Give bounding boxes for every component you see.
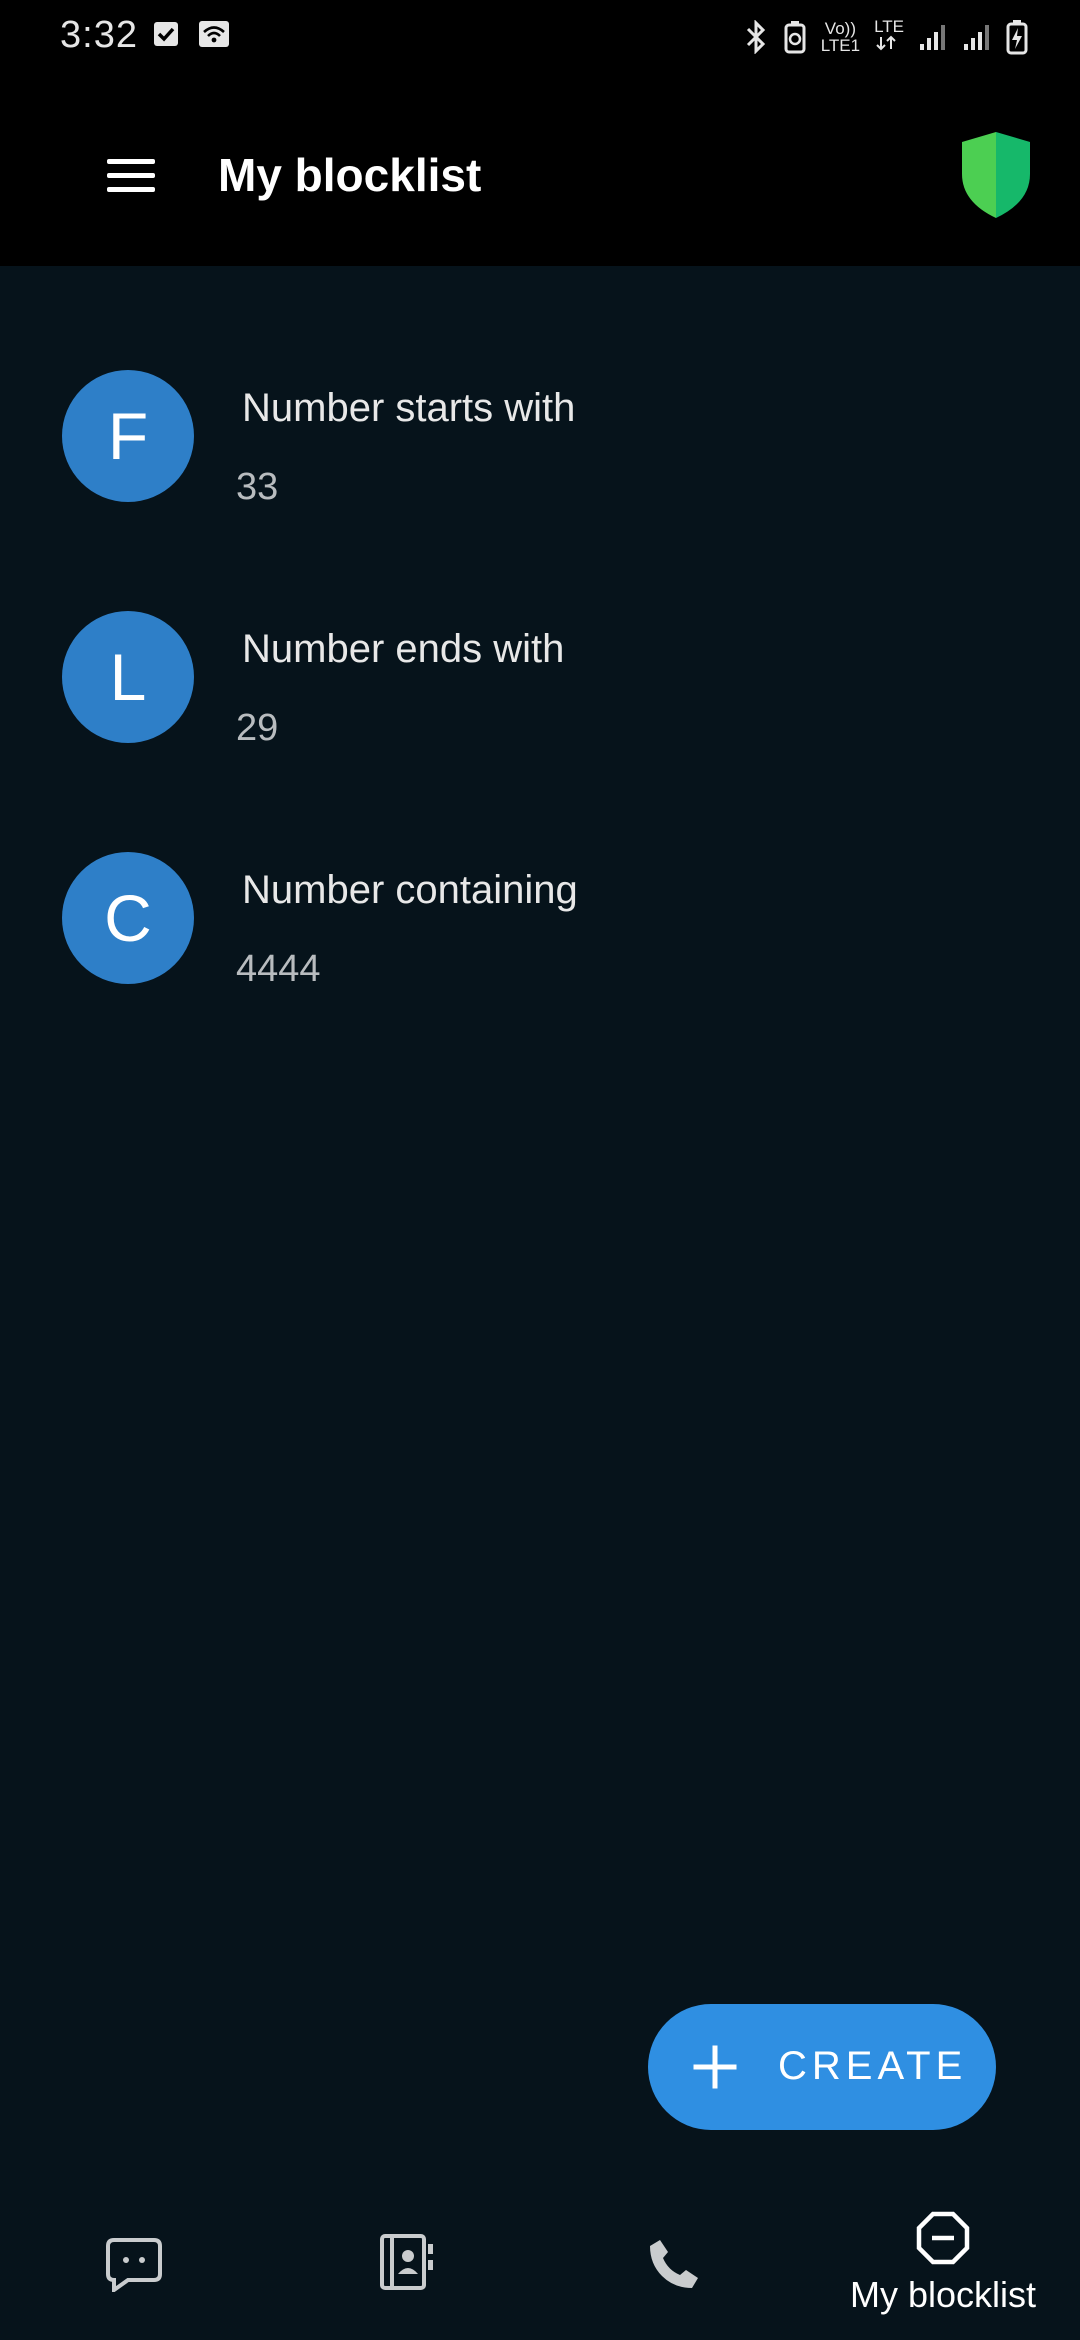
blocklist-icon (916, 2211, 970, 2265)
battery-charging-icon (1006, 20, 1028, 55)
menu-button[interactable] (92, 136, 170, 214)
create-button-label: CREATE (778, 2044, 968, 2088)
list-item[interactable]: C Number containing 4444 (0, 852, 1080, 1052)
bottom-navigation: My blocklist (0, 2196, 1080, 2340)
phone-icon (650, 2240, 698, 2288)
list-item[interactable]: L Number ends with 29 (0, 611, 1080, 811)
lte-indicator: LTE (874, 18, 904, 56)
create-button[interactable]: CREATE (648, 2004, 996, 2130)
nav-contacts[interactable] (366, 2196, 446, 2340)
battery-saver-icon (784, 21, 806, 54)
hamburger-menu-icon (107, 150, 155, 201)
item-title: Number ends with (242, 627, 565, 671)
status-time: 3:32 (60, 14, 138, 56)
contacts-icon (380, 2234, 433, 2290)
page-title: My blocklist (218, 149, 482, 201)
nav-my-blocklist[interactable]: My blocklist (838, 2196, 1048, 2340)
status-right-icons: Vo)) LTE1 LTE (743, 18, 1028, 56)
status-left-icons (152, 20, 230, 48)
nav-label-my-blocklist: My blocklist (849, 2274, 1037, 2315)
item-value: 4444 (236, 948, 321, 990)
signal-strength-1-icon (920, 25, 945, 50)
volte-indicator: Vo)) LTE1 (821, 20, 860, 54)
list-item[interactable]: F Number starts with 33 (0, 370, 1080, 570)
item-value: 29 (236, 707, 279, 749)
signal-strength-2-icon (964, 25, 989, 50)
shield-icon[interactable] (958, 130, 1034, 220)
item-title: Number containing (242, 868, 578, 912)
volte-line2: LTE1 (820, 36, 861, 55)
bluetooth-icon (746, 20, 765, 54)
messages-icon (106, 2238, 162, 2292)
plus-icon (693, 2045, 737, 2089)
nav-phone[interactable] (634, 2196, 714, 2340)
data-arrows-icon (876, 35, 896, 51)
lte-label: LTE (874, 17, 904, 36)
item-title: Number starts with (242, 386, 576, 430)
wifi-notification-icon (199, 21, 229, 47)
status-bar: 3:32 Vo)) LTE1 LTE (0, 0, 1080, 78)
screen: 3:32 Vo)) LTE1 LTE My blocklist F Number… (0, 0, 1080, 2340)
app-bar: My blocklist (0, 78, 1080, 266)
checkbox-notification-icon (154, 22, 178, 46)
nav-messages[interactable] (94, 2196, 174, 2340)
avatar: F (62, 370, 194, 502)
volte-line1: Vo)) (824, 19, 856, 38)
avatar: L (62, 611, 194, 743)
item-value: 33 (236, 466, 279, 508)
avatar: C (62, 852, 194, 984)
